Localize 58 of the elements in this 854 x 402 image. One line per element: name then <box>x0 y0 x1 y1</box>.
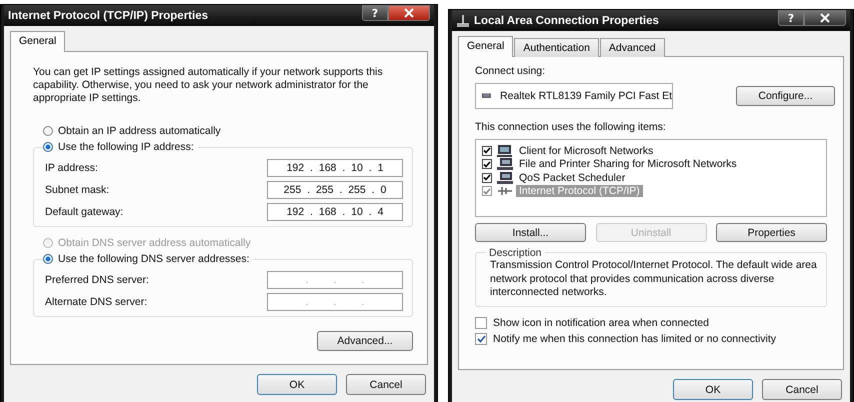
tab[interactable]: General <box>458 36 514 57</box>
list-item[interactable]: Client for Microsoft Networks <box>516 144 656 157</box>
ip-address-field[interactable]: 255 . 255 . 255 . 0 <box>267 181 403 199</box>
window-title: Local Area Connection Properties <box>474 14 660 26</box>
intro-text: You can get IP settings assigned automatically if your network supports this capability. Otherwise, you need to ask your network administrator for the appropriate IP settings. <box>33 66 384 105</box>
radio-label: Obtain DNS server address automatically <box>58 237 251 249</box>
radio-label: Obtain an IP address automatically <box>58 125 221 137</box>
checkbox[interactable] <box>482 159 492 170</box>
network-icon <box>456 14 470 26</box>
checkbox-label: Notify me when this connection has limited or no connectivity <box>493 332 776 344</box>
adapter-name: Realtek RTL8139 Family PCI Fast Et <box>500 90 672 102</box>
checkbox-label: Show icon in notification area when connected <box>493 316 709 328</box>
field-label: Alternate DNS server: <box>45 296 148 308</box>
ip-address-field[interactable]: 192 . 168 . 10 . 4 <box>267 203 403 221</box>
checkbox[interactable] <box>482 146 492 156</box>
checkbox[interactable] <box>482 172 492 183</box>
checkbox[interactable] <box>475 332 487 344</box>
close-button[interactable] <box>388 5 430 21</box>
radio-button[interactable] <box>43 126 53 136</box>
tab[interactable]: Advanced <box>600 38 665 57</box>
window-title: Internet Protocol (TCP/IP) Properties <box>8 10 209 22</box>
list-item[interactable]: File and Printer Sharing for Microsoft Networks <box>516 158 740 170</box>
computer-icon <box>497 158 513 170</box>
advanced-button[interactable]: Advanced... <box>317 331 413 351</box>
group-title: Description <box>486 247 545 259</box>
radio-button[interactable] <box>43 142 53 152</box>
computer-icon <box>497 172 513 184</box>
ok-button[interactable]: OK <box>673 379 753 400</box>
section-label: This connection uses the following items: <box>475 121 667 133</box>
tab[interactable]: General <box>10 31 66 52</box>
checkbox[interactable] <box>475 316 487 328</box>
help-button[interactable]: ? <box>362 5 388 21</box>
section-label: Connect using: <box>475 65 546 77</box>
list-action-button[interactable]: Properties <box>716 223 827 242</box>
close-icon <box>403 8 415 18</box>
list-action-button[interactable]: Install... <box>475 223 586 242</box>
help-button[interactable]: ? <box>778 10 804 26</box>
field-label: Subnet mask: <box>45 184 110 196</box>
field-label: Preferred DNS server: <box>45 274 149 286</box>
tab[interactable]: Authentication <box>514 38 599 57</box>
checkbox[interactable] <box>482 186 492 196</box>
configure-button[interactable]: Configure... <box>736 86 835 106</box>
ok-button[interactable]: OK <box>257 374 337 395</box>
radio-button[interactable] <box>43 254 53 264</box>
cancel-button[interactable]: Cancel <box>346 374 426 395</box>
radio-label: Use the following DNS server addresses: <box>58 253 250 265</box>
radio-label: Use the following IP address: <box>58 141 194 153</box>
field-label: Default gateway: <box>45 206 124 218</box>
close-icon <box>819 13 831 23</box>
cancel-button[interactable]: Cancel <box>762 379 842 400</box>
network-protocol-icon <box>497 185 513 198</box>
close-button[interactable] <box>804 10 846 26</box>
list-item[interactable]: QoS Packet Scheduler <box>516 172 628 184</box>
field-label: IP address: <box>45 162 98 174</box>
ip-address-field[interactable]: 192 . 168 . 10 . 1 <box>267 159 403 177</box>
network-card-icon <box>482 91 492 101</box>
computer-icon <box>497 144 513 157</box>
description-text: Transmission Control Protocol/Internet Protocol. The default wide area network protocol that provides communication across diverse interconnected networks. <box>490 259 818 300</box>
